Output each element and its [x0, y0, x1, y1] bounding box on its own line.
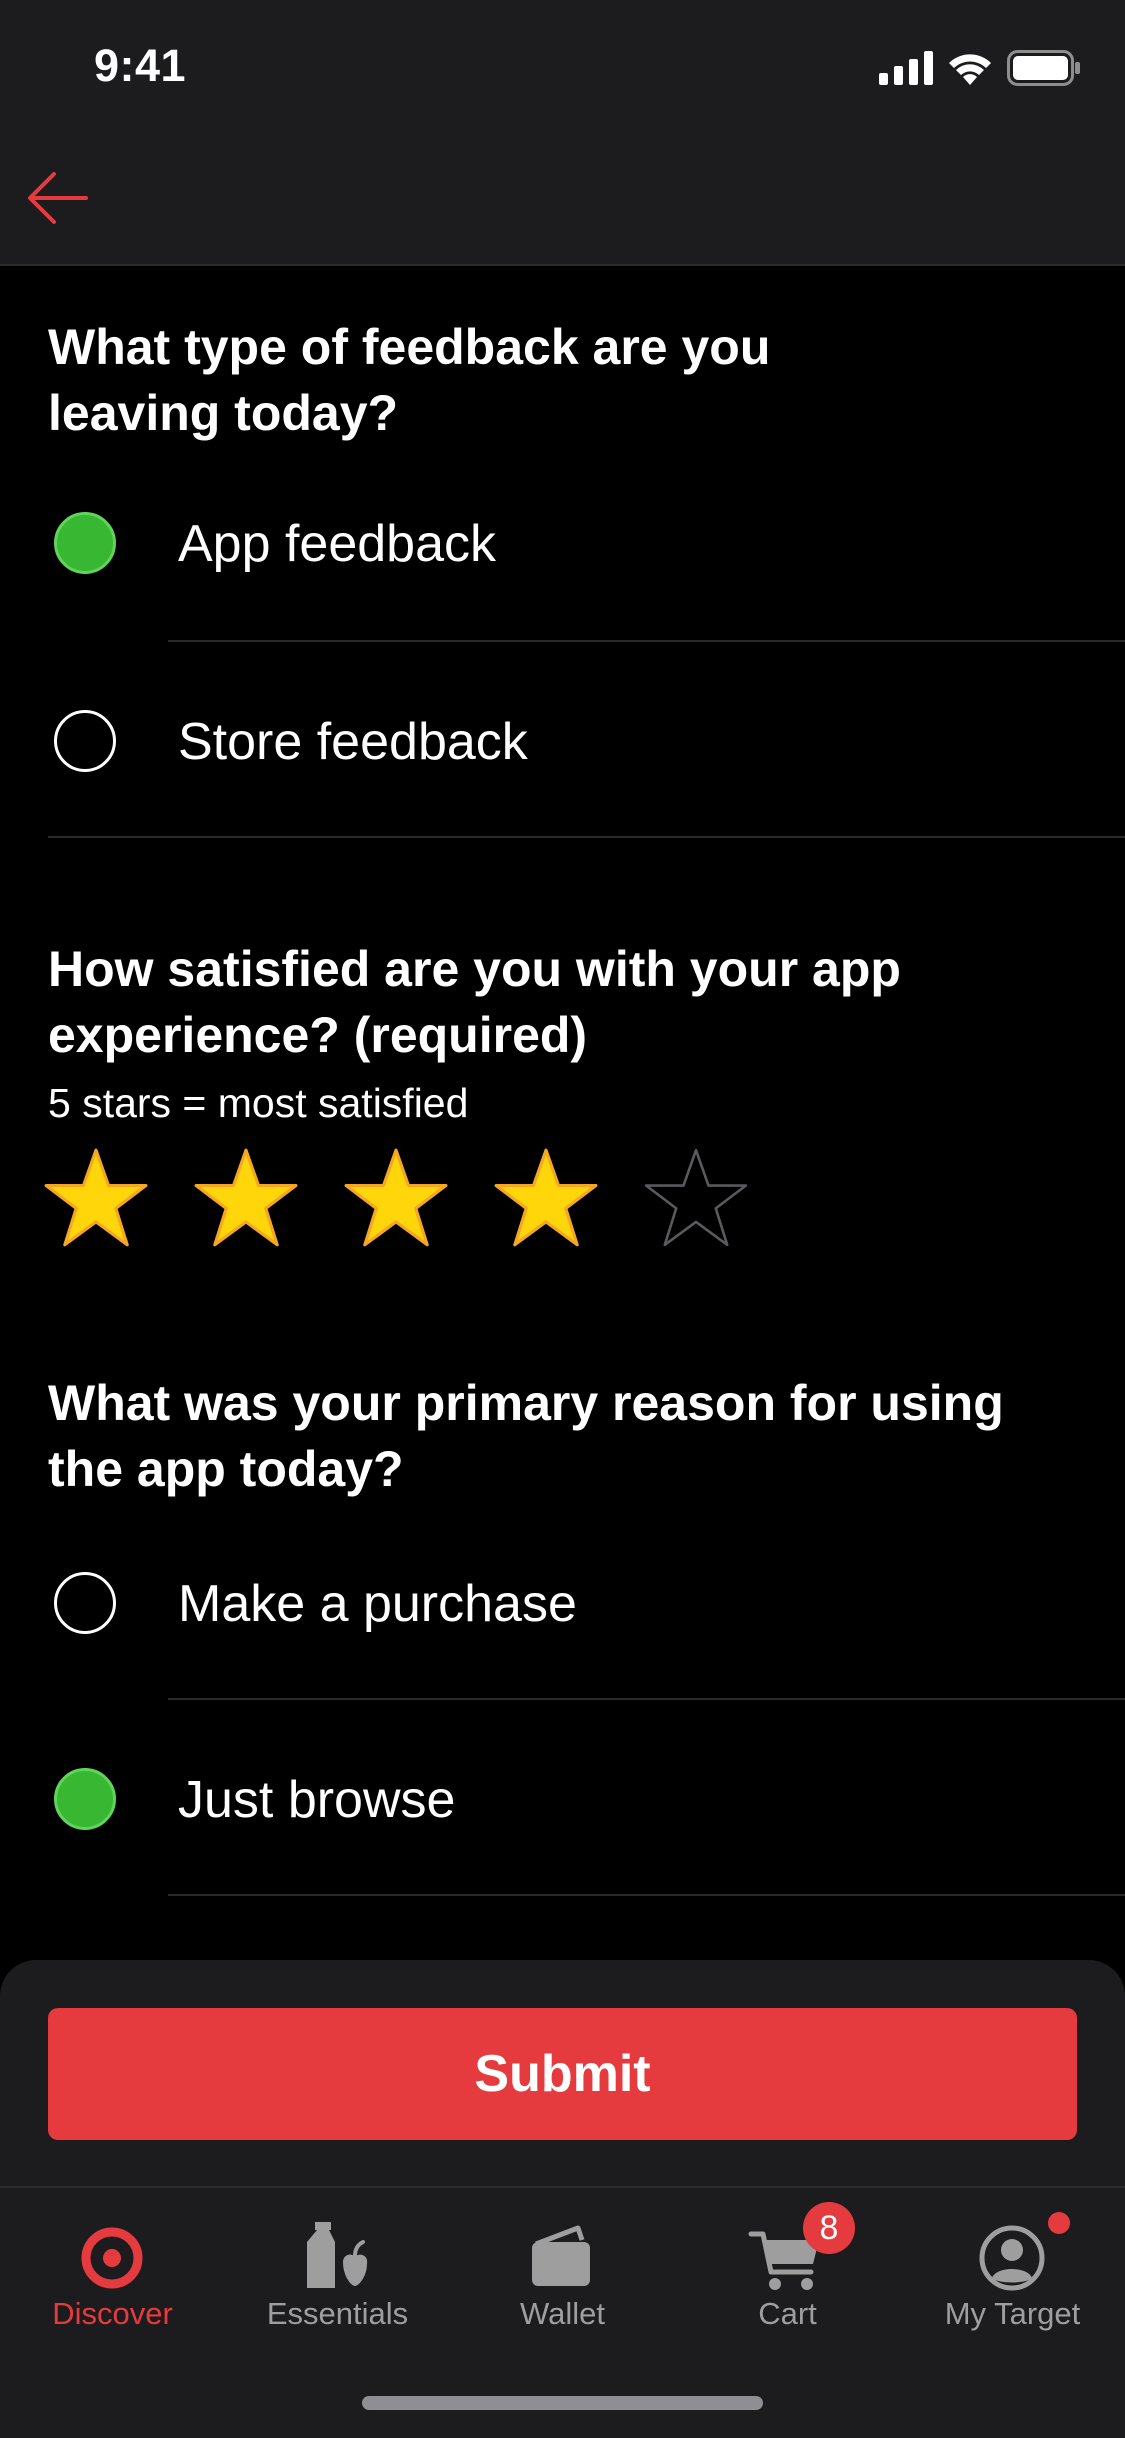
radio-selected[interactable]	[54, 1768, 116, 1830]
radio-selected[interactable]	[54, 512, 116, 574]
option-label: Make a purchase	[178, 1575, 577, 1633]
star-5-empty-icon[interactable]	[644, 1146, 748, 1250]
status-icons	[879, 50, 1081, 86]
divider	[48, 836, 1125, 838]
satisfaction-question: How satisfied are you with your app expe…	[48, 941, 901, 1063]
arrow-left-icon	[28, 172, 88, 224]
back-button[interactable]	[22, 162, 94, 234]
wifi-icon	[949, 54, 991, 85]
option-label: Store feedback	[178, 713, 528, 771]
star-1-filled-icon[interactable]	[44, 1146, 148, 1250]
star-2-filled-icon[interactable]	[194, 1146, 298, 1250]
notification-dot	[1048, 2212, 1070, 2234]
status-bar: 9:41	[0, 0, 1125, 132]
grocery-bag-icon	[307, 2222, 368, 2288]
tab-essentials[interactable]: Essentials	[225, 2188, 450, 2358]
tab-discover[interactable]: Discover	[0, 2188, 225, 2358]
radio-unselected[interactable]	[54, 710, 116, 772]
tab-label: Essentials	[266, 2296, 409, 2331]
divider	[168, 1894, 1125, 1896]
star-4-filled-icon[interactable]	[494, 1146, 598, 1250]
tab-cart[interactable]: 8 Cart	[675, 2188, 900, 2358]
option-just-browse[interactable]: Just browse	[0, 1700, 1125, 1896]
tab-my-target[interactable]: My Target	[900, 2188, 1125, 2358]
target-bullseye-icon	[81, 2227, 143, 2289]
reason-question: What was your primary reason for using t…	[48, 1375, 1004, 1497]
star-3-filled-icon[interactable]	[344, 1146, 448, 1250]
tab-label: Wallet	[520, 2296, 605, 2331]
wallet-icon	[532, 2225, 590, 2286]
tab-wallet[interactable]: Wallet	[450, 2188, 675, 2358]
tab-label: Cart	[758, 2296, 817, 2331]
home-indicator	[362, 2396, 763, 2410]
nav-header	[0, 132, 1125, 266]
feedback-type-question: What type of feedback are you leaving to…	[48, 319, 771, 441]
battery-icon	[1007, 50, 1080, 86]
option-store-feedback[interactable]: Store feedback	[0, 642, 1125, 838]
option-label: App feedback	[178, 515, 497, 573]
status-time: 9:41	[94, 40, 187, 91]
star-rating[interactable]	[44, 1146, 748, 1250]
profile-icon	[979, 2225, 1045, 2291]
cellular-signal-icon	[879, 51, 933, 85]
tab-label: Discover	[52, 2296, 173, 2331]
tab-label: My Target	[944, 2296, 1081, 2331]
submit-button[interactable]: Submit	[48, 2008, 1077, 2140]
option-app-feedback[interactable]: App feedback	[0, 444, 1125, 640]
rating-hint: 5 stars = most satisfied	[48, 1080, 469, 1126]
cart-count-badge: 8	[803, 2202, 855, 2254]
option-label: Just browse	[178, 1771, 456, 1829]
submit-sheet: Submit	[0, 1960, 1125, 2186]
radio-unselected[interactable]	[54, 1572, 116, 1634]
option-make-purchase[interactable]: Make a purchase	[0, 1504, 1125, 1700]
